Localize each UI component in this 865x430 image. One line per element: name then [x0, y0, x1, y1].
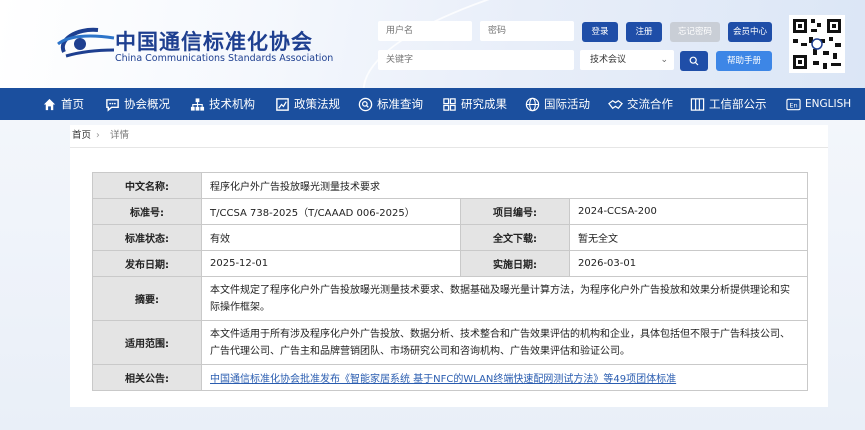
- table-row: 标准状态: 有效 全文下载: 暂无全文: [92, 224, 808, 251]
- nav-item-label: 交流合作: [627, 97, 673, 111]
- search-icon: [689, 56, 699, 66]
- globe-icon: [525, 97, 540, 111]
- notice-label: 相关公告:: [92, 364, 202, 391]
- notice-cell: 中国通信标准化协会批准发布《智能家居系统 基于NFC的WLAN终端快速配网测试方…: [201, 364, 808, 391]
- cn-name-value: 程序化户外广告投放曝光测量技术要求: [201, 172, 808, 199]
- chevron-down-icon: ⌄: [660, 55, 668, 65]
- abstract-value: 本文件规定了程序化户外广告投放曝光测量技术要求、数据基础及曝光量计算方法，为程序…: [201, 276, 808, 321]
- keyword-input[interactable]: [378, 50, 574, 70]
- impl-date-label: 实施日期:: [460, 250, 570, 277]
- login-button[interactable]: 登录: [582, 22, 618, 42]
- password-input[interactable]: [480, 21, 574, 41]
- breadcrumb-home[interactable]: 首页: [72, 125, 91, 147]
- category-select-value: 技术会议: [590, 55, 627, 65]
- chat-icon: [106, 98, 119, 112]
- nav-item-research[interactable]: 研究成果: [442, 88, 507, 120]
- breadcrumb-separator: ›: [96, 130, 100, 141]
- handshake-icon: [608, 99, 623, 109]
- category-select[interactable]: 技术会议 ⌄: [580, 50, 674, 70]
- publish-date-label: 发布日期:: [92, 250, 202, 277]
- nav-item-label: 研究成果: [461, 97, 507, 111]
- columns-icon: [690, 97, 705, 111]
- nav-item-label: 国际活动: [544, 97, 590, 111]
- help-manual-button[interactable]: 帮助手册: [716, 51, 772, 71]
- site-header: 中国通信标准化协会 China Communications Standards…: [0, 0, 865, 88]
- table-row: 中文名称: 程序化户外广告投放曝光测量技术要求: [92, 172, 808, 199]
- nav-item-standard-search[interactable]: 标准查询: [358, 88, 423, 120]
- scope-label: 适用范围:: [92, 320, 202, 365]
- org-name-en: China Communications Standards Associati…: [115, 53, 334, 64]
- main-nav: 首页 协会概况 技术机构 政策法规 标准查询 研究成果 国际活动 交流合作 工信…: [0, 88, 865, 120]
- fulltext-value: 暂无全文: [569, 224, 808, 251]
- nav-item-about[interactable]: 协会概况: [105, 88, 170, 120]
- register-button[interactable]: 注册: [626, 22, 662, 42]
- std-no-label: 标准号:: [92, 198, 202, 225]
- project-no-value: 2024-CCSA-200: [569, 198, 808, 225]
- table-row: 相关公告: 中国通信标准化协会批准发布《智能家居系统 基于NFC的WLAN终端快…: [92, 364, 808, 391]
- org-name-cn: 中国通信标准化协会: [115, 30, 313, 54]
- breadcrumb-current: 详情: [110, 130, 130, 141]
- nav-item-international[interactable]: 国际活动: [525, 88, 590, 120]
- header-decoration: [350, 0, 865, 88]
- table-row: 摘要: 本文件规定了程序化户外广告投放曝光测量技术要求、数据基础及曝光量计算方法…: [92, 276, 808, 321]
- table-row: 发布日期: 2025-12-01 实施日期: 2026-03-01: [92, 250, 808, 277]
- search-button[interactable]: [680, 51, 708, 71]
- notice-link[interactable]: 中国通信标准化协会批准发布《智能家居系统 基于NFC的WLAN终端快速配网测试方…: [210, 374, 676, 385]
- nav-item-home[interactable]: 首页: [42, 88, 84, 120]
- status-label: 标准状态:: [92, 224, 202, 251]
- username-input[interactable]: [378, 21, 472, 41]
- qr-code-icon: [789, 15, 845, 73]
- nav-item-label: 协会概况: [124, 97, 170, 111]
- nav-item-label: 工信部公示: [709, 97, 767, 111]
- publish-date-value: 2025-12-01: [201, 250, 461, 277]
- nav-item-policy[interactable]: 政策法规: [275, 88, 340, 120]
- nav-item-label: 技术机构: [209, 97, 255, 111]
- nav-item-english[interactable]: En ENGLISH: [786, 88, 851, 120]
- nav-item-tech-orgs[interactable]: 技术机构: [190, 88, 255, 120]
- forgot-password-button[interactable]: 忘记密码: [670, 22, 720, 42]
- nav-item-label: 标准查询: [377, 97, 423, 111]
- abstract-label: 摘要:: [92, 276, 202, 321]
- nav-item-label: 政策法规: [294, 97, 340, 111]
- org-icon: [190, 97, 205, 111]
- nav-item-miit-notice[interactable]: 工信部公示: [690, 88, 767, 120]
- std-no-value: T/CCSA 738-2025（T/CAAAD 006-2025）: [201, 198, 461, 225]
- nav-item-label: 首页: [61, 97, 84, 111]
- fulltext-label: 全文下载:: [460, 224, 570, 251]
- standard-detail-table: 中文名称: 程序化户外广告投放曝光测量技术要求 标准号: T/CCSA 738-…: [92, 172, 808, 391]
- nav-item-label: ENGLISH: [805, 98, 852, 110]
- status-value: 有效: [201, 224, 461, 251]
- home-icon: [43, 98, 56, 110]
- table-row: 适用范围: 本文件适用于所有涉及程序化户外广告投放、数据分析、技术整合和广告效果…: [92, 320, 808, 365]
- member-center-button[interactable]: 会员中心: [728, 22, 772, 42]
- impl-date-value: 2026-03-01: [569, 250, 808, 277]
- detail-panel: 首页 › 详情 中文名称: 程序化户外广告投放曝光测量技术要求 标准号: T/C…: [70, 125, 828, 407]
- search-circle-icon: [358, 97, 373, 111]
- project-no-label: 项目编号:: [460, 198, 570, 225]
- cca-logo-icon: [57, 27, 115, 58]
- en-icon: En: [786, 98, 801, 110]
- breadcrumb: 首页 › 详情: [70, 125, 828, 148]
- scope-value: 本文件适用于所有涉及程序化户外广告投放、数据分析、技术整合和广告效果评估的机构和…: [201, 320, 808, 365]
- svg-text:En: En: [789, 101, 797, 109]
- grid-icon: [443, 97, 456, 111]
- table-row: 标准号: T/CCSA 738-2025（T/CAAAD 006-2025） 项…: [92, 198, 808, 225]
- nav-item-exchange[interactable]: 交流合作: [608, 88, 673, 120]
- book-icon: [276, 97, 289, 111]
- cn-name-label: 中文名称:: [92, 172, 202, 199]
